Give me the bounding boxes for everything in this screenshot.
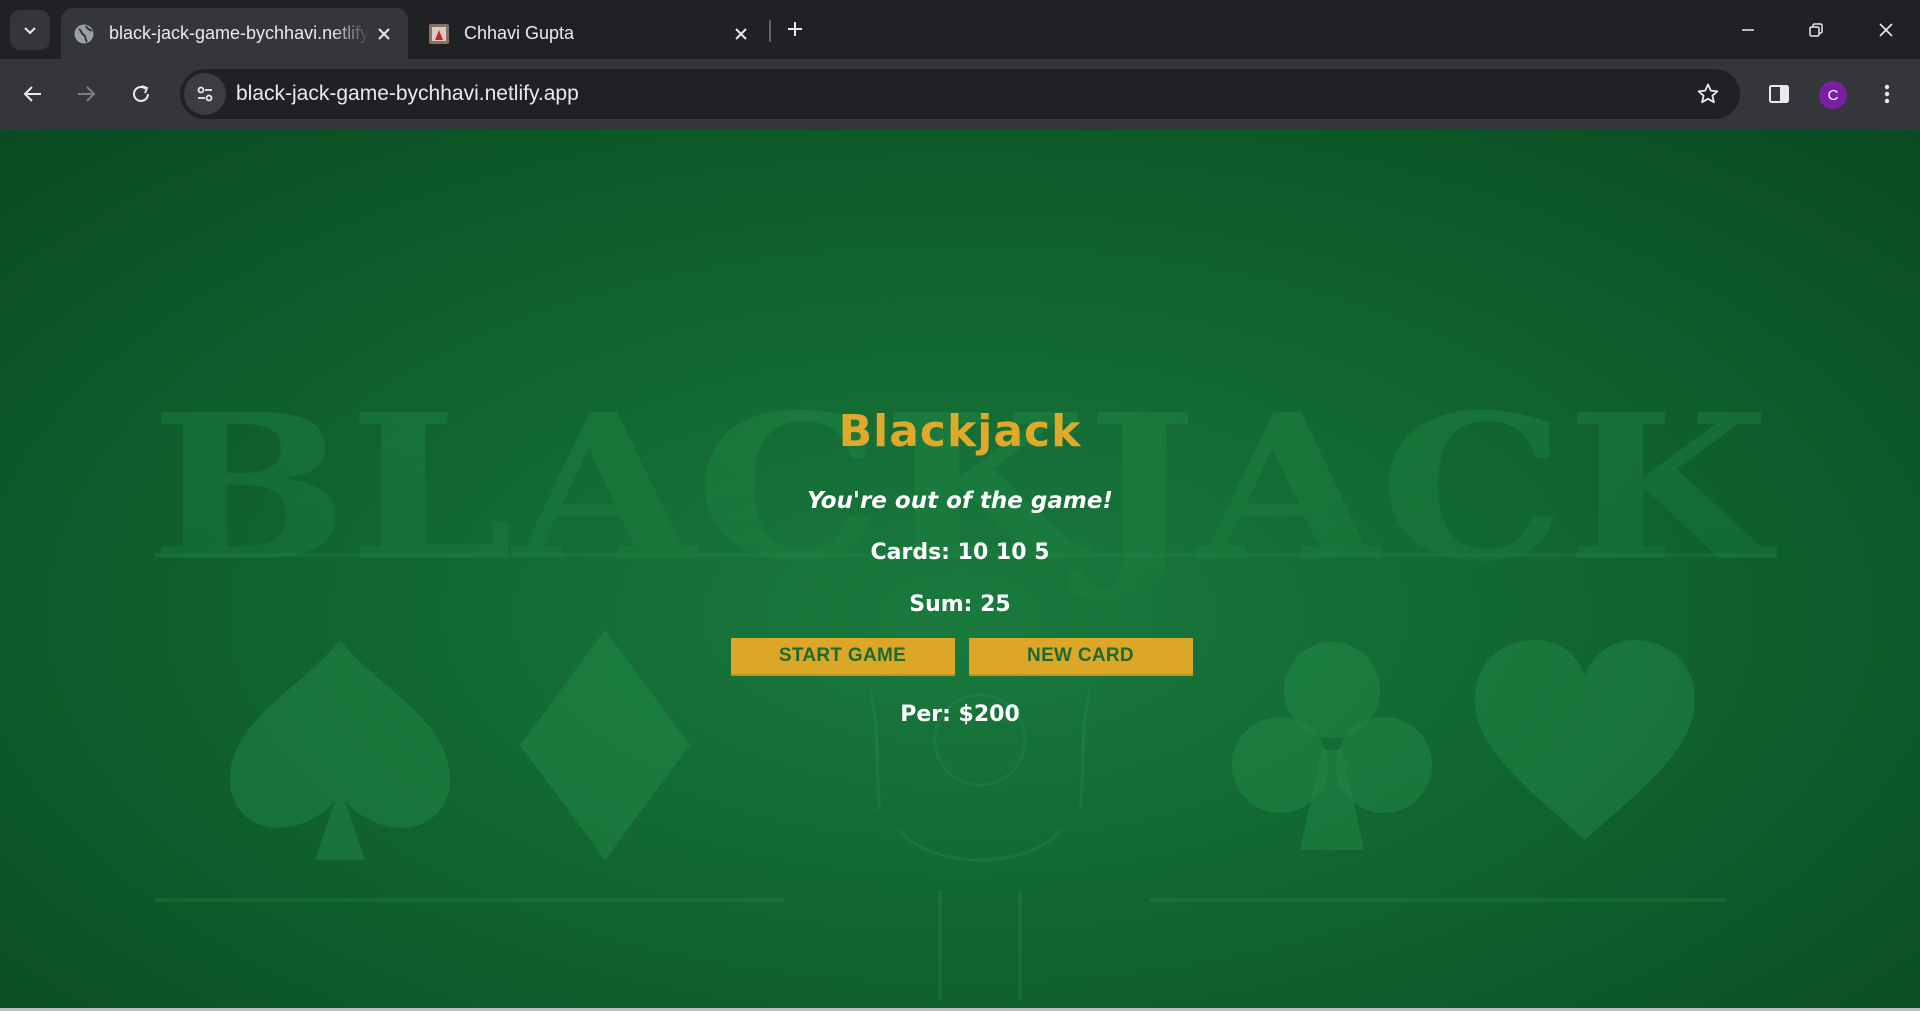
minimize-icon — [1742, 29, 1754, 31]
dealer-silhouette — [868, 689, 1092, 1000]
close-icon — [1879, 23, 1893, 37]
player-chips-display: Per: $200 — [900, 702, 1020, 727]
address-bar[interactable]: black-jack-game-bychhavi.netlify.app — [180, 69, 1740, 119]
restore-icon — [1809, 23, 1823, 37]
globe-icon — [73, 23, 95, 45]
game-title: Blackjack — [838, 406, 1082, 457]
more-vert-icon — [1884, 84, 1890, 104]
tune-icon — [197, 86, 213, 102]
star-icon — [1697, 83, 1719, 104]
close-tab-icon[interactable] — [370, 20, 398, 48]
back-button[interactable] — [13, 74, 53, 114]
tab-title: black-jack-game-bychhavi.netlify.app — [109, 23, 370, 43]
site-info-button[interactable] — [184, 73, 226, 115]
restore-button[interactable] — [1796, 10, 1836, 50]
arrow-right-icon — [78, 86, 96, 102]
tab-chhavi-gupta[interactable]: Chhavi Gupta — [420, 8, 765, 59]
cards-display: Cards: 10 10 5 — [870, 540, 1050, 565]
close-window-button[interactable] — [1866, 10, 1906, 50]
tab-bar: black-jack-game-bychhavi.netlify.app Chh… — [0, 0, 1920, 59]
arrow-left-icon — [23, 86, 41, 102]
game-page: BLACKJACK Blackjack You're out of the ga… — [0, 130, 1920, 1011]
game-panel: Blackjack You're out of the game! Cards:… — [0, 400, 1920, 730]
site-favicon-icon — [428, 23, 450, 45]
tab-search-button[interactable] — [10, 10, 50, 50]
tab-blackjack[interactable]: black-jack-game-bychhavi.netlify.app — [61, 8, 408, 59]
profile-avatar[interactable]: C — [1819, 81, 1847, 109]
url-text[interactable]: black-jack-game-bychhavi.netlify.app — [236, 69, 579, 119]
tab-title: Chhavi Gupta — [464, 23, 575, 43]
reload-button[interactable] — [121, 74, 161, 114]
bookmark-button[interactable] — [1688, 74, 1728, 114]
browser-toolbar: black-jack-game-bychhavi.netlify.app C — [0, 59, 1920, 130]
game-message: You're out of the game! — [807, 488, 1113, 514]
menu-button[interactable] — [1867, 74, 1907, 114]
start-game-button[interactable]: START GAME — [730, 638, 955, 676]
close-tab-icon[interactable] — [727, 20, 755, 48]
new-tab-button[interactable] — [780, 14, 810, 44]
side-panel-button[interactable] — [1759, 74, 1799, 114]
game-buttons: START GAME NEW CARD — [0, 638, 1920, 676]
forward-button[interactable] — [66, 74, 106, 114]
minimize-button[interactable] — [1728, 10, 1768, 50]
chevron-down-icon — [24, 27, 36, 35]
sum-display: Sum: 25 — [909, 592, 1011, 617]
side-panel-icon — [1769, 85, 1789, 103]
plus-icon — [788, 22, 802, 36]
tab-separator — [769, 20, 771, 42]
reload-icon — [133, 85, 149, 102]
new-card-button[interactable]: NEW CARD — [968, 638, 1193, 676]
